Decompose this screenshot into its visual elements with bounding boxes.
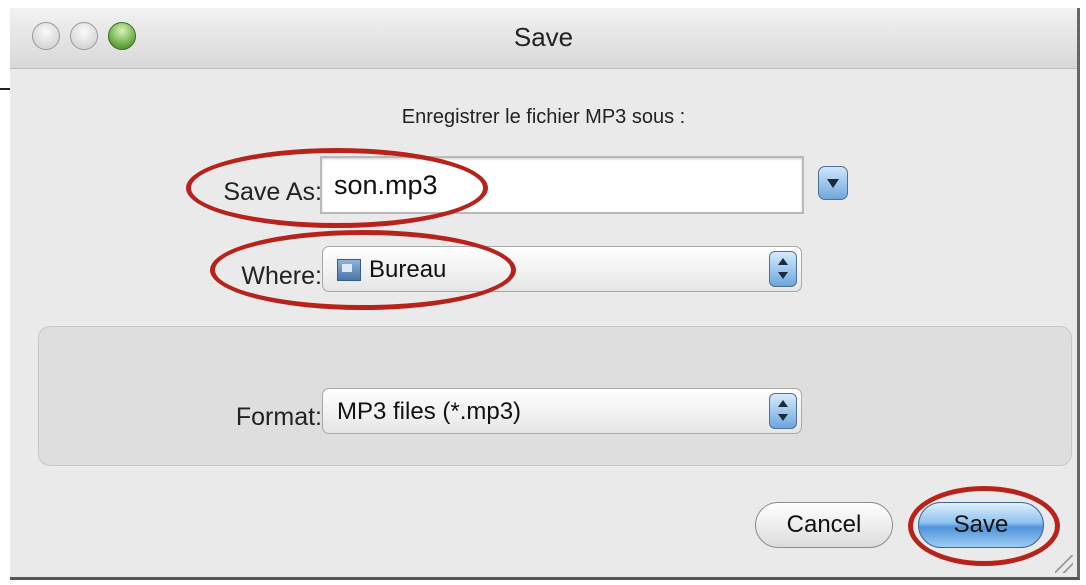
where-value: Bureau [369,256,447,283]
save-as-label: Save As: [223,178,322,206]
dialog-prompt: Enregistrer le fichier MP3 sous : [401,106,686,128]
save-as-input[interactable]: son.mp3 [320,156,804,214]
screenshot-canvas: Save Enregistrer le fichier MP3 sous : S… [0,0,1086,585]
where-popup[interactable]: Bureau [322,246,802,292]
edge-line [0,88,10,90]
where-label: Where: [241,262,322,290]
window-title: Save [513,22,574,52]
resize-grip-icon[interactable] [1055,555,1073,573]
cancel-button[interactable]: Cancel [755,502,893,548]
format-value: MP3 files (*.mp3) [337,398,522,425]
up-down-arrows-icon [769,251,797,287]
expand-dialog-button[interactable] [818,166,848,200]
format-popup[interactable]: MP3 files (*.mp3) [322,388,802,434]
up-down-arrows-icon [769,393,797,429]
save-as-value: son.mp3 [334,170,438,200]
folder-icon [337,259,361,281]
title-bar[interactable]: Save [10,8,1077,69]
save-button[interactable]: Save [918,502,1044,548]
format-label: Format: [235,403,322,431]
save-dialog: Save Enregistrer le fichier MP3 sous : S… [10,8,1080,580]
